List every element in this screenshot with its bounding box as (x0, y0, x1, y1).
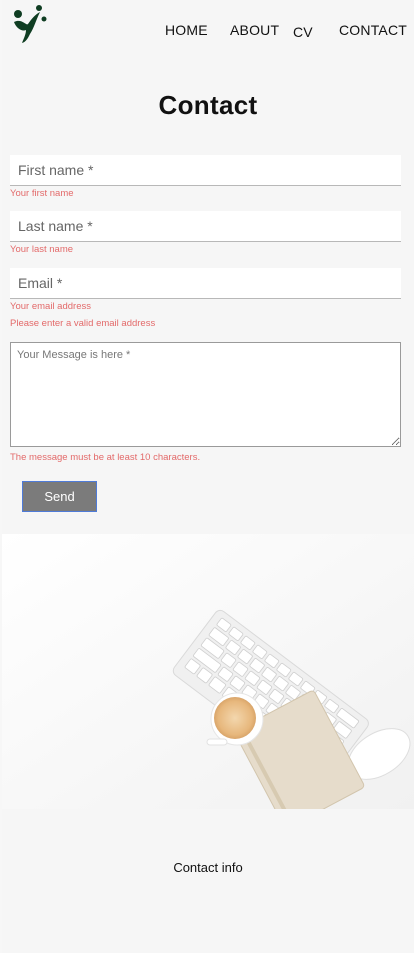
page-title: Contact (158, 90, 258, 120)
last-name-input[interactable] (10, 211, 401, 242)
contact-info-label: Contact info (173, 860, 243, 875)
main-nav: HOME ABOUT CV CONTACT (2, 22, 414, 40)
message-textarea[interactable] (10, 342, 401, 447)
email-error: Your email address (10, 301, 91, 312)
page: HOME ABOUT CV CONTACT Contact Your first… (2, 0, 414, 953)
send-button[interactable]: Send (22, 481, 97, 512)
last-name-error: Your last name (10, 244, 74, 255)
first-name-input[interactable] (10, 155, 401, 186)
nav-cv[interactable]: CV (293, 24, 313, 40)
message-error: The message must be at least 10 characte… (10, 452, 201, 463)
nav-contact[interactable]: CONTACT (339, 22, 407, 38)
nav-about[interactable]: ABOUT (230, 22, 279, 38)
email-input[interactable] (10, 268, 401, 299)
first-name-error: Your first name (10, 188, 74, 199)
nav-home[interactable]: HOME (165, 22, 208, 38)
email-validation-error: Please enter a valid email address (10, 318, 156, 329)
desk-photo (2, 534, 414, 809)
